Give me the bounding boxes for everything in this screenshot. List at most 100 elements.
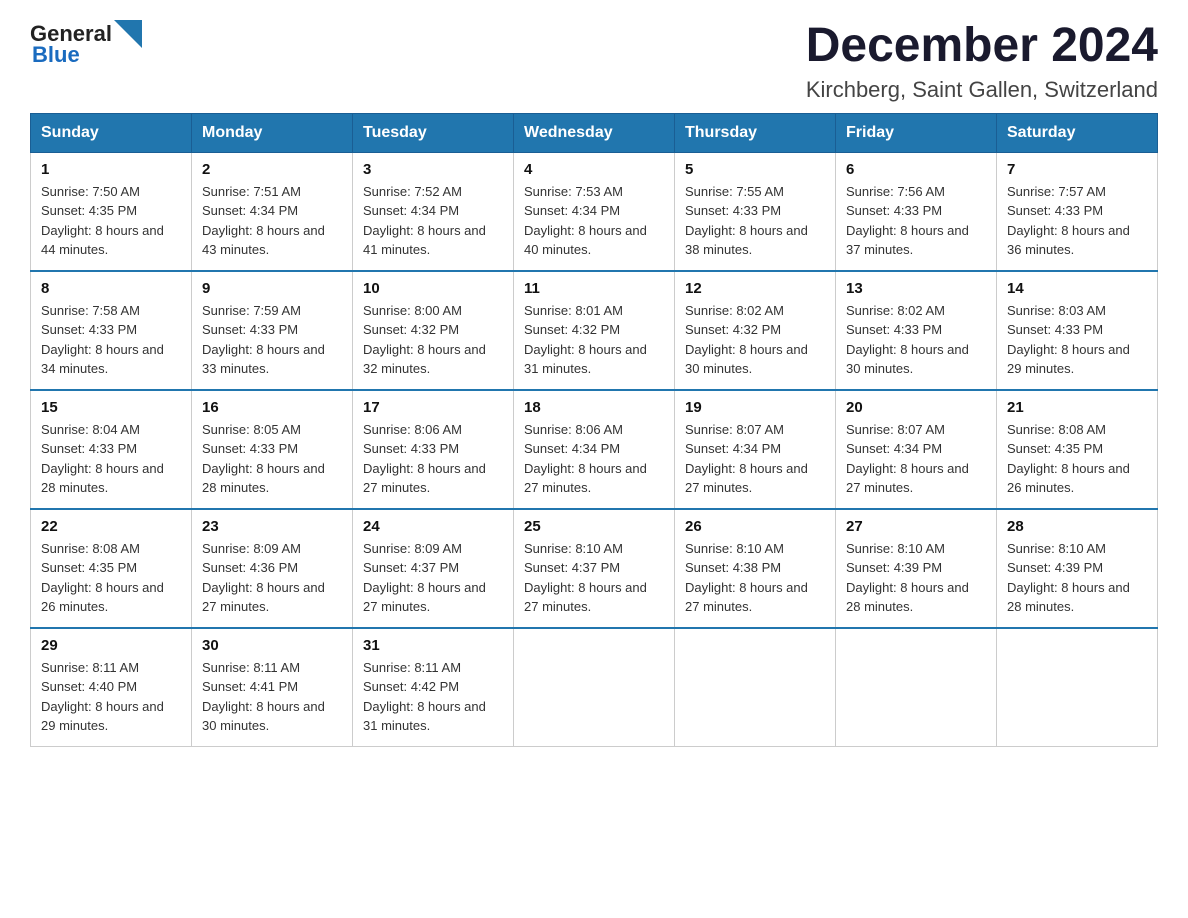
sunrise-label: Sunrise:: [41, 660, 92, 675]
sunset-value: 4:37 PM: [411, 560, 459, 575]
sunrise-label: Sunrise:: [202, 541, 253, 556]
day-info: Sunrise: 8:06 AM Sunset: 4:33 PM Dayligh…: [363, 420, 503, 498]
sunset-value: 4:34 PM: [894, 441, 942, 456]
calendar-day-cell: [997, 628, 1158, 747]
day-number: 9: [202, 280, 342, 297]
day-info: Sunrise: 7:59 AM Sunset: 4:33 PM Dayligh…: [202, 301, 342, 379]
sunrise-value: 8:07 AM: [736, 422, 784, 437]
sunrise-value: 8:07 AM: [897, 422, 945, 437]
sunset-label: Sunset:: [846, 560, 894, 575]
sunset-value: 4:35 PM: [89, 203, 137, 218]
calendar-table: Sunday Monday Tuesday Wednesday Thursday…: [30, 113, 1158, 747]
sunrise-value: 8:11 AM: [414, 660, 461, 675]
daylight-label: Daylight:: [363, 342, 417, 357]
day-info: Sunrise: 8:08 AM Sunset: 4:35 PM Dayligh…: [41, 539, 181, 617]
day-info: Sunrise: 8:05 AM Sunset: 4:33 PM Dayligh…: [202, 420, 342, 498]
day-number: 31: [363, 637, 503, 654]
calendar-day-cell: 3 Sunrise: 7:52 AM Sunset: 4:34 PM Dayli…: [353, 152, 514, 271]
day-info: Sunrise: 7:57 AM Sunset: 4:33 PM Dayligh…: [1007, 182, 1147, 260]
sunset-label: Sunset:: [524, 322, 572, 337]
day-number: 14: [1007, 280, 1147, 297]
calendar-day-cell: 11 Sunrise: 8:01 AM Sunset: 4:32 PM Dayl…: [514, 271, 675, 390]
sunrise-value: 8:11 AM: [253, 660, 300, 675]
day-info: Sunrise: 8:04 AM Sunset: 4:33 PM Dayligh…: [41, 420, 181, 498]
sunset-value: 4:36 PM: [250, 560, 298, 575]
calendar-day-cell: 26 Sunrise: 8:10 AM Sunset: 4:38 PM Dayl…: [675, 509, 836, 628]
day-number: 20: [846, 399, 986, 416]
sunset-label: Sunset:: [846, 441, 894, 456]
calendar-day-cell: 28 Sunrise: 8:10 AM Sunset: 4:39 PM Dayl…: [997, 509, 1158, 628]
sunset-value: 4:35 PM: [1055, 441, 1103, 456]
day-number: 4: [524, 161, 664, 178]
calendar-week-row: 22 Sunrise: 8:08 AM Sunset: 4:35 PM Dayl…: [31, 509, 1158, 628]
day-number: 13: [846, 280, 986, 297]
day-number: 5: [685, 161, 825, 178]
calendar-day-cell: 21 Sunrise: 8:08 AM Sunset: 4:35 PM Dayl…: [997, 390, 1158, 509]
sunset-value: 4:33 PM: [894, 203, 942, 218]
daylight-label: Daylight:: [1007, 461, 1061, 476]
sunset-value: 4:40 PM: [89, 679, 137, 694]
sunrise-value: 7:59 AM: [253, 303, 301, 318]
sunrise-value: 8:10 AM: [1058, 541, 1106, 556]
day-number: 23: [202, 518, 342, 535]
sunrise-label: Sunrise:: [41, 422, 92, 437]
calendar-day-cell: 6 Sunrise: 7:56 AM Sunset: 4:33 PM Dayli…: [836, 152, 997, 271]
sunset-label: Sunset:: [524, 203, 572, 218]
sunrise-value: 8:08 AM: [92, 541, 140, 556]
day-number: 6: [846, 161, 986, 178]
day-number: 24: [363, 518, 503, 535]
daylight-label: Daylight:: [1007, 223, 1061, 238]
sunset-value: 4:33 PM: [250, 441, 298, 456]
day-info: Sunrise: 8:07 AM Sunset: 4:34 PM Dayligh…: [846, 420, 986, 498]
sunset-label: Sunset:: [41, 322, 89, 337]
sunrise-value: 8:06 AM: [414, 422, 462, 437]
day-info: Sunrise: 8:10 AM Sunset: 4:38 PM Dayligh…: [685, 539, 825, 617]
day-number: 7: [1007, 161, 1147, 178]
daylight-label: Daylight:: [202, 342, 256, 357]
logo-text-blue: Blue: [32, 42, 80, 68]
calendar-day-cell: 23 Sunrise: 8:09 AM Sunset: 4:36 PM Dayl…: [192, 509, 353, 628]
day-number: 27: [846, 518, 986, 535]
sunrise-value: 8:10 AM: [897, 541, 945, 556]
sunset-value: 4:34 PM: [250, 203, 298, 218]
calendar-day-cell: [675, 628, 836, 747]
sunset-value: 4:34 PM: [411, 203, 459, 218]
sunset-label: Sunset:: [363, 441, 411, 456]
sunrise-label: Sunrise:: [524, 422, 575, 437]
calendar-day-cell: 2 Sunrise: 7:51 AM Sunset: 4:34 PM Dayli…: [192, 152, 353, 271]
calendar-body: 1 Sunrise: 7:50 AM Sunset: 4:35 PM Dayli…: [31, 152, 1158, 746]
sunrise-label: Sunrise:: [524, 184, 575, 199]
calendar-day-cell: 1 Sunrise: 7:50 AM Sunset: 4:35 PM Dayli…: [31, 152, 192, 271]
col-monday: Monday: [192, 113, 353, 152]
sunrise-value: 8:06 AM: [575, 422, 623, 437]
sunrise-value: 8:00 AM: [414, 303, 462, 318]
daylight-label: Daylight:: [202, 580, 256, 595]
calendar-day-cell: 16 Sunrise: 8:05 AM Sunset: 4:33 PM Dayl…: [192, 390, 353, 509]
sunrise-label: Sunrise:: [202, 422, 253, 437]
calendar-day-cell: [514, 628, 675, 747]
daylight-label: Daylight:: [202, 699, 256, 714]
col-saturday: Saturday: [997, 113, 1158, 152]
sunrise-value: 8:10 AM: [736, 541, 784, 556]
title-block: December 2024 Kirchberg, Saint Gallen, S…: [806, 20, 1158, 103]
sunrise-label: Sunrise:: [363, 422, 414, 437]
daylight-label: Daylight:: [363, 699, 417, 714]
day-info: Sunrise: 8:10 AM Sunset: 4:39 PM Dayligh…: [1007, 539, 1147, 617]
calendar-title: December 2024: [806, 20, 1158, 73]
sunset-label: Sunset:: [685, 322, 733, 337]
header: General Blue December 2024 Kirchberg, Sa…: [30, 20, 1158, 103]
sunset-label: Sunset:: [363, 679, 411, 694]
sunset-label: Sunset:: [524, 560, 572, 575]
sunrise-label: Sunrise:: [846, 303, 897, 318]
logo-triangle-icon: [114, 20, 142, 48]
daylight-label: Daylight:: [846, 580, 900, 595]
daylight-label: Daylight:: [524, 342, 578, 357]
day-info: Sunrise: 7:51 AM Sunset: 4:34 PM Dayligh…: [202, 182, 342, 260]
calendar-day-cell: [836, 628, 997, 747]
sunset-label: Sunset:: [41, 203, 89, 218]
day-number: 1: [41, 161, 181, 178]
sunset-label: Sunset:: [685, 203, 733, 218]
daylight-label: Daylight:: [363, 461, 417, 476]
sunset-value: 4:33 PM: [250, 322, 298, 337]
day-info: Sunrise: 8:08 AM Sunset: 4:35 PM Dayligh…: [1007, 420, 1147, 498]
